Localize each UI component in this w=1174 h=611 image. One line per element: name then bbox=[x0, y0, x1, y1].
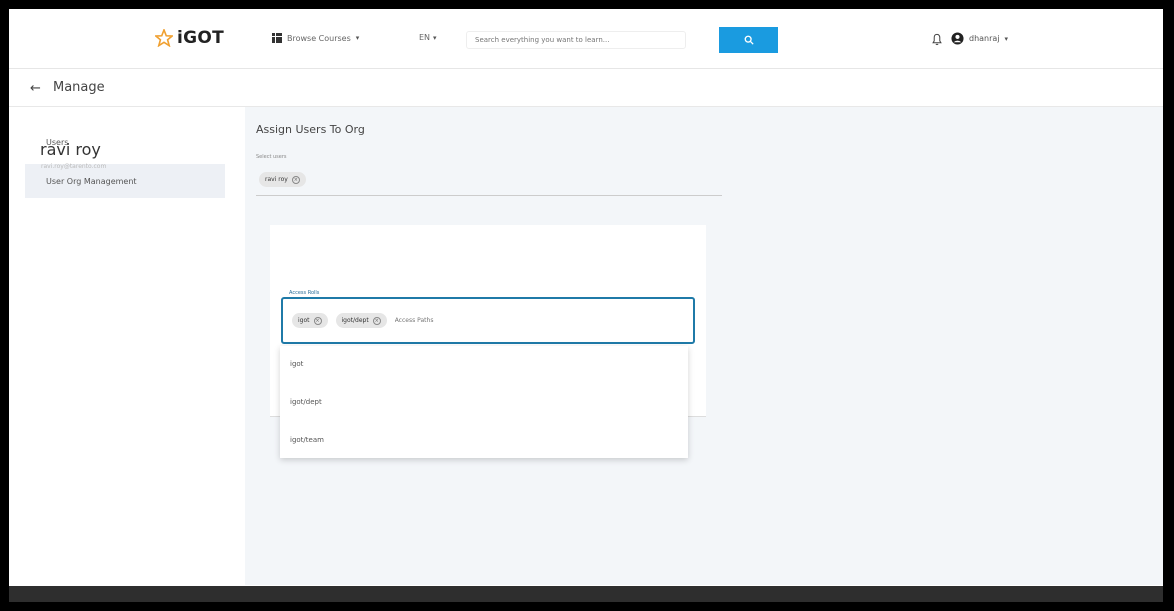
caret-down-icon: ▾ bbox=[433, 33, 437, 42]
remove-chip-icon[interactable]: × bbox=[313, 316, 322, 325]
caret-down-icon: ▾ bbox=[1004, 34, 1009, 43]
dropdown-option[interactable]: igot/team bbox=[290, 436, 324, 444]
autocomplete-dropdown: igot igot/dept igot/team bbox=[280, 346, 688, 458]
card-user-email: ravi.roy@tarento.com bbox=[41, 163, 107, 170]
top-header: iGOT Browse Courses ▾ EN ▾ Search everyt… bbox=[9, 9, 1163, 69]
user-name: dhanraj bbox=[969, 34, 1000, 43]
user-menu[interactable]: dhanraj ▾ bbox=[951, 32, 1008, 45]
user-field-label: Select users bbox=[256, 154, 287, 160]
access-chip-list: igot × igot/dept × bbox=[292, 313, 485, 328]
footer-bar bbox=[9, 586, 1163, 602]
access-paths-input[interactable] bbox=[394, 317, 485, 324]
caret-down-icon: ▾ bbox=[355, 34, 360, 42]
dropdown-option[interactable]: igot bbox=[290, 360, 303, 368]
sidebar: Users User Org Management bbox=[9, 107, 245, 602]
remove-chip-icon[interactable]: × bbox=[291, 175, 300, 184]
access-chip[interactable]: igot/dept × bbox=[335, 313, 387, 328]
sidebar-item-label: User Org Management bbox=[46, 177, 137, 186]
page-title: Manage bbox=[53, 80, 105, 95]
remove-chip-icon[interactable]: × bbox=[372, 316, 381, 325]
bell-icon[interactable] bbox=[931, 33, 943, 46]
dropdown-option[interactable]: igot/dept bbox=[290, 398, 322, 406]
browse-label: Browse Courses bbox=[287, 33, 351, 43]
subheader: ← Manage bbox=[9, 70, 1163, 107]
logo[interactable]: iGOT bbox=[155, 28, 224, 48]
search-input[interactable] bbox=[466, 31, 686, 49]
search-button[interactable] bbox=[719, 27, 778, 53]
back-arrow-icon[interactable]: ← bbox=[30, 81, 41, 96]
language-label: EN bbox=[419, 33, 431, 42]
star-logo-icon bbox=[155, 29, 173, 47]
language-select[interactable]: EN ▾ bbox=[419, 33, 437, 42]
logo-text: iGOT bbox=[177, 28, 225, 48]
grid-icon bbox=[272, 33, 282, 43]
search-icon bbox=[744, 35, 754, 45]
section-title: Assign Users To Org bbox=[256, 123, 365, 136]
chip-label: igot bbox=[298, 317, 310, 324]
access-chip[interactable]: igot × bbox=[292, 313, 328, 328]
chip-label: ravi roy bbox=[265, 176, 288, 183]
chip-label: igot/dept bbox=[341, 317, 369, 324]
selected-user-chip[interactable]: ravi roy × bbox=[259, 172, 306, 187]
app-window: iGOT Browse Courses ▾ EN ▾ Search everyt… bbox=[9, 9, 1163, 602]
account-circle-icon bbox=[951, 32, 964, 45]
access-field-label: Access Rolls bbox=[287, 290, 322, 296]
card-user-name: ravi roy bbox=[40, 140, 101, 159]
browse-courses-menu[interactable]: Browse Courses ▾ bbox=[272, 33, 359, 43]
user-field-underline bbox=[256, 195, 722, 196]
